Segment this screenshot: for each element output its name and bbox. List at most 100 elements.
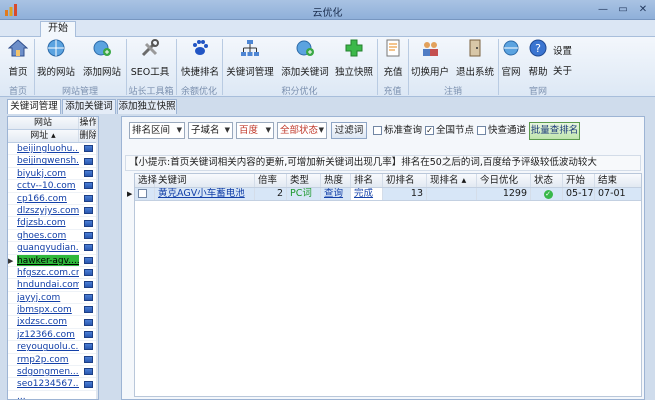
site-link[interactable]: cctv--10.com — [17, 180, 79, 191]
maximize-button[interactable]: ▭ — [615, 2, 631, 16]
site-link[interactable]: jayyj.com — [17, 292, 79, 303]
seo-tools-button[interactable]: SEO工具 — [130, 39, 170, 81]
close-button[interactable]: ✕ — [635, 2, 651, 16]
tab-add-snapshot[interactable]: 添加独立快照 — [117, 99, 177, 114]
col-keyword[interactable]: 关键词 — [155, 174, 255, 187]
site-delete-icon[interactable] — [84, 368, 93, 376]
list-item[interactable]: jayyj.com — [8, 292, 98, 305]
row-heat-query[interactable]: 查询 — [321, 188, 351, 200]
site-link[interactable]: fdjzsb.com — [17, 217, 79, 228]
fast-channel-checkbox[interactable]: 快查通道 — [477, 124, 526, 137]
site-delete-icon[interactable] — [84, 244, 93, 252]
url-header[interactable]: 网址 ▴ — [8, 130, 79, 142]
site-delete-icon[interactable] — [84, 355, 93, 363]
site-delete-icon[interactable] — [84, 157, 93, 165]
col-heat[interactable]: 热度 — [321, 174, 351, 187]
site-link[interactable]: beijingluohu... — [17, 143, 79, 154]
site-delete-icon[interactable] — [84, 269, 93, 277]
site-link[interactable]: cp166.com — [17, 193, 79, 204]
list-item[interactable]: seo1234567.... — [8, 378, 98, 391]
site-link[interactable]: jz12366.com — [17, 329, 79, 340]
standalone-snapshot-button[interactable]: 独立快照 — [334, 39, 374, 81]
site-delete-icon[interactable] — [84, 182, 93, 190]
site-delete-icon[interactable] — [84, 145, 93, 153]
minimize-button[interactable]: — — [595, 2, 611, 16]
add-keyword-button[interactable]: 添加关键词 — [280, 39, 330, 81]
site-link[interactable]: biyukj.com — [17, 168, 79, 179]
row-rank[interactable]: 完成 — [351, 188, 383, 200]
col-multiplier[interactable]: 倍率 — [255, 174, 287, 187]
site-delete-icon[interactable] — [84, 343, 93, 351]
site-delete-icon[interactable] — [84, 293, 93, 301]
quick-rank-button[interactable]: 快捷排名 — [180, 39, 220, 81]
site-delete-icon[interactable] — [84, 306, 93, 314]
site-link[interactable]: rmp2p.com — [17, 354, 79, 365]
col-init-rank[interactable]: 初排名 — [383, 174, 427, 187]
help-button[interactable]: ? 帮助 — [527, 39, 549, 81]
col-current-rank[interactable]: 现排名 ▴ — [427, 174, 477, 187]
switch-user-button[interactable]: 切换用户 — [410, 39, 450, 81]
site-link[interactable]: guangyudian... — [17, 242, 79, 253]
site-delete-icon[interactable] — [84, 281, 93, 289]
row-keyword[interactable]: 黄克AGV小车蓄电池 — [155, 188, 255, 200]
list-item[interactable]: jbmspx.com — [8, 304, 98, 317]
site-link[interactable]: dlzszyjys.com — [17, 205, 79, 216]
site-delete-icon[interactable] — [84, 231, 93, 239]
add-site-button[interactable]: 添加网站 — [82, 39, 122, 81]
site-link[interactable]: sdgongmen.... — [17, 366, 79, 377]
row-select-checkbox[interactable] — [135, 188, 155, 200]
site-delete-icon[interactable] — [84, 207, 93, 215]
col-rank[interactable]: 排名 — [351, 174, 383, 187]
recharge-button[interactable]: 充值 — [380, 39, 406, 81]
list-item[interactable]: beijingwensh... — [8, 155, 98, 168]
tab-add-keyword[interactable]: 添加关键词 — [62, 99, 116, 114]
home-button[interactable]: 首页 — [4, 39, 32, 81]
list-item[interactable]: ... — [8, 391, 98, 399]
list-item[interactable]: biyukj.com — [8, 168, 98, 181]
site-delete-icon[interactable] — [84, 318, 93, 326]
col-type[interactable]: 类型 — [287, 174, 321, 187]
site-link[interactable]: reyouguolu.c... — [17, 341, 79, 352]
site-link[interactable]: beijingwensh... — [17, 155, 79, 166]
site-delete-icon[interactable] — [84, 380, 93, 388]
site-delete-icon[interactable] — [84, 194, 93, 202]
engine-select[interactable]: 百度 ▼ — [236, 122, 274, 139]
list-item[interactable]: jxdzsc.com — [8, 316, 98, 329]
col-status[interactable]: 状态 — [531, 174, 563, 187]
site-delete-icon[interactable] — [84, 331, 93, 339]
site-link[interactable]: ... — [17, 391, 79, 399]
list-item[interactable]: ▶ hawker-agv.... — [8, 254, 98, 267]
list-item[interactable]: ghoes.com — [8, 230, 98, 243]
tab-start[interactable]: 开始 — [40, 21, 76, 37]
col-today[interactable]: 今日优化 — [477, 174, 531, 187]
batch-rank-button[interactable]: 批量查排名 — [529, 122, 580, 140]
standard-query-checkbox[interactable]: 标准查询 — [373, 124, 422, 137]
site-link[interactable]: jbmspx.com — [17, 304, 79, 315]
site-delete-icon[interactable] — [84, 256, 93, 264]
my-sites-button[interactable]: 我的网站 — [36, 39, 76, 81]
list-item[interactable]: cp166.com — [8, 193, 98, 205]
list-item[interactable]: reyouguolu.c... — [8, 341, 98, 354]
official-site-button[interactable]: 官网 — [500, 39, 522, 81]
site-link[interactable]: hndundai.com — [17, 279, 79, 290]
list-item[interactable]: beijingluohu... — [8, 143, 98, 156]
list-item[interactable]: fdjzsb.com — [8, 217, 98, 230]
status-select[interactable]: 全部状态 ▼ — [277, 122, 327, 139]
site-link[interactable]: hawker-agv.... — [17, 254, 79, 266]
list-item[interactable]: hndundai.com — [8, 279, 98, 292]
settings-button[interactable]: 设置 — [553, 43, 572, 57]
panel-splitter[interactable] — [114, 116, 118, 400]
site-link[interactable]: ghoes.com — [17, 230, 79, 241]
table-row[interactable]: 黄克AGV小车蓄电池 2 PC词 查询 完成 13 1299 ✓ 05-17 0… — [135, 188, 641, 201]
site-delete-icon[interactable] — [84, 219, 93, 227]
list-item[interactable]: hfgszc.com.cn — [8, 267, 98, 280]
site-link[interactable]: jxdzsc.com — [17, 316, 79, 327]
subdomain-select[interactable]: 子域名 ▼ — [188, 122, 233, 139]
site-delete-icon[interactable] — [84, 169, 93, 177]
col-end[interactable]: 结束 — [595, 174, 633, 187]
about-button[interactable]: 关于 — [553, 63, 572, 77]
keyword-mgmt-button[interactable]: 关键词管理 — [225, 39, 275, 81]
list-item[interactable]: jz12366.com — [8, 329, 98, 342]
list-item[interactable]: guangyudian... — [8, 242, 98, 255]
site-link[interactable]: seo1234567.... — [17, 378, 79, 389]
